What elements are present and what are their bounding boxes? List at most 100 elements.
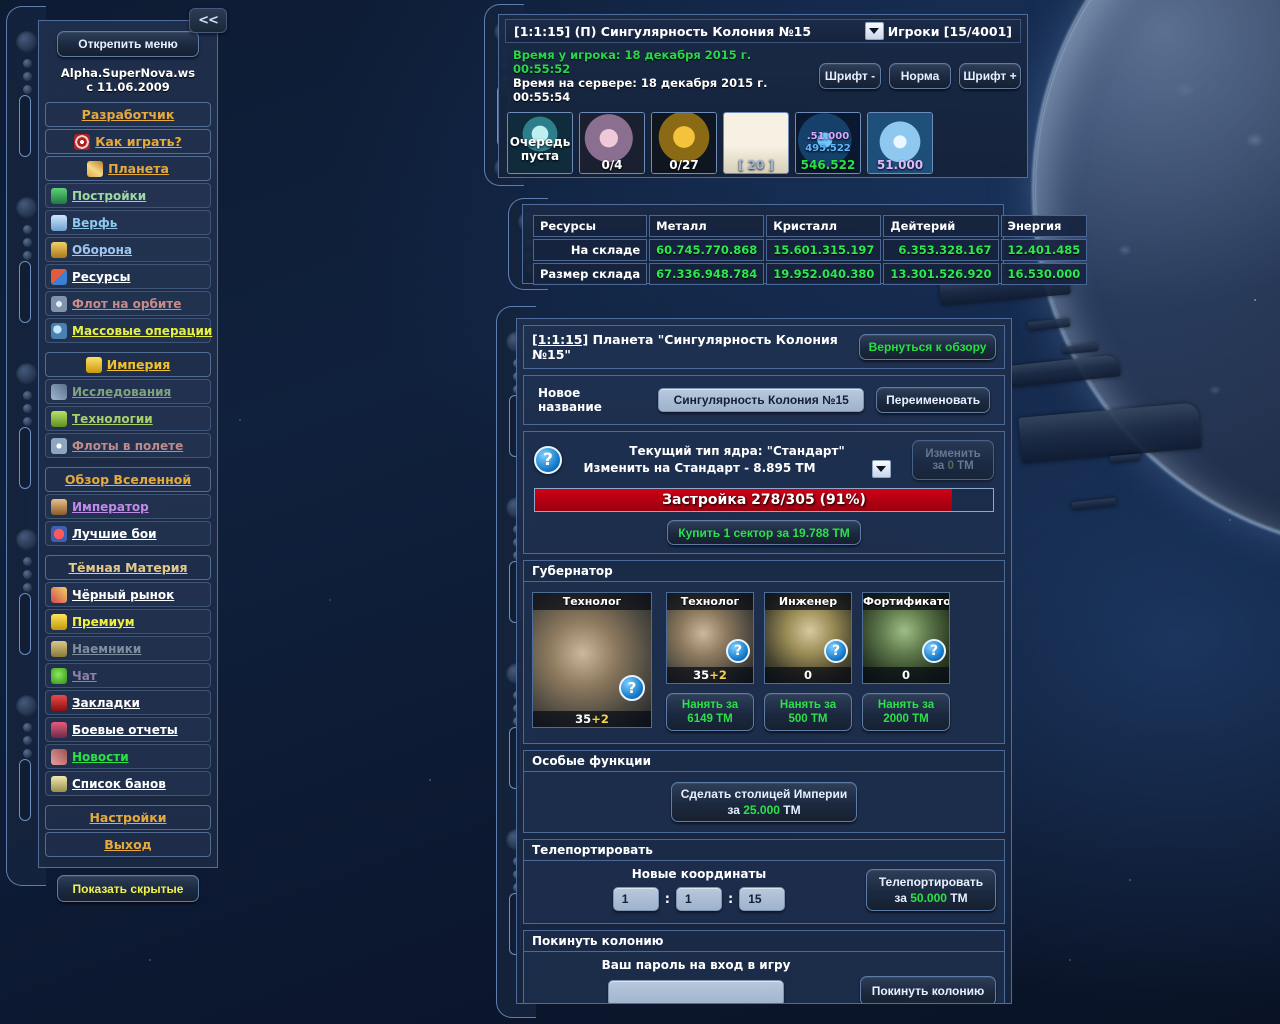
crystal-tile[interactable]: 51.000 — [867, 112, 933, 174]
help-icon[interactable]: ? — [922, 639, 946, 663]
font-increase-button[interactable]: Шрифт + — [959, 63, 1021, 89]
messages-tile[interactable]: [ 20 ] — [723, 112, 789, 174]
dark-matter-tile[interactable]: .51.000 495.522 546.522 — [795, 112, 861, 174]
governor-card[interactable]: Технолог? 35+2 — [666, 592, 754, 684]
menu-gap — [45, 798, 211, 805]
resource-column-header: Энергия — [1000, 215, 1088, 237]
governor-current: Технолог ? 35+2 — [532, 592, 652, 731]
sidebar-item-23[interactable]: Новости — [45, 744, 211, 769]
teleport-planet-input[interactable] — [739, 887, 786, 911]
governor-card[interactable]: Инженер? 0 — [764, 592, 852, 684]
governor-card[interactable]: Фортификатор? 0 — [862, 592, 950, 684]
rail-slot — [19, 759, 31, 821]
sidebar-item-10[interactable]: Исследования — [45, 379, 211, 404]
fleet-icon — [51, 295, 67, 312]
sidebar-item-2[interactable]: Планета — [45, 156, 211, 181]
show-hidden-button[interactable]: Показать скрытые — [57, 875, 199, 902]
hire-governor-button[interactable]: Нанять за 2000 ТМ — [862, 693, 950, 731]
help-icon[interactable]: ? — [534, 446, 562, 474]
build-queue-tile[interactable]: Очередь пуста — [507, 112, 573, 174]
rename-button[interactable]: Переименовать — [876, 387, 990, 413]
mercenary-icon — [51, 640, 67, 657]
governor-level: 0 — [765, 667, 851, 683]
governor-portrait[interactable]: Инженер? 0 — [764, 592, 852, 684]
rename-label: Новое название — [538, 386, 602, 414]
sidebar-item-19[interactable]: Наемники — [45, 636, 211, 661]
unpin-menu-button[interactable]: Открепить меню — [57, 31, 199, 57]
teleport-system-input[interactable] — [676, 887, 722, 911]
shipyard-tile[interactable]: 0/27 — [651, 112, 717, 174]
sidebar-item-8[interactable]: Массовые операции — [45, 318, 213, 343]
rail-knob — [16, 31, 38, 53]
sidebar-frame: Открепить меню Alpha.SuperNova.ws с 11.0… — [6, 6, 224, 902]
sidebar-item-9[interactable]: Империя — [45, 352, 211, 377]
sidebar-item-16[interactable]: Тёмная Материя — [45, 555, 211, 580]
sidebar-item-label: Император — [72, 499, 149, 514]
buy-sector-button[interactable]: Купить 1 сектор за 19.788 ТМ — [667, 520, 861, 545]
sidebar-item-18[interactable]: Премиум — [45, 609, 211, 634]
governor-portrait[interactable]: Технолог? 35+2 — [666, 592, 754, 684]
resources-frame: Ресурсы Металл Кристалл Дейтерий Энергия На … — [508, 198, 1088, 290]
sidebar-item-14[interactable]: Император — [45, 494, 211, 519]
core-type-text: Текущий тип ядра: "Стандарт" Изменить на… — [568, 443, 906, 478]
sidebar-item-12[interactable]: Флоты в полете — [45, 433, 211, 458]
sidebar-item-1[interactable]: Как играть? — [45, 129, 211, 154]
leave-colony-section: Покинуть колонию Ваш пароль на вход в иг… — [523, 930, 1005, 1003]
target-icon — [74, 133, 91, 150]
sidebar-item-6[interactable]: Ресурсы — [45, 264, 211, 289]
sidebar-item-11[interactable]: Технологии — [45, 406, 211, 431]
governor-portrait[interactable]: Фортификатор? 0 — [862, 592, 950, 684]
hire-label: Нанять за — [877, 699, 935, 711]
sidebar-item-15[interactable]: Лучшие бои — [45, 521, 211, 546]
governor-current-portrait[interactable]: Технолог ? 35+2 — [532, 592, 652, 728]
help-icon[interactable]: ? — [726, 639, 750, 663]
make-capital-button[interactable]: Сделать столицей Империи за 25.000 ТМ — [671, 782, 857, 822]
sidebar-item-22[interactable]: Боевые отчеты — [45, 717, 211, 742]
sidebar-item-5[interactable]: Оборона — [45, 237, 211, 262]
sidebar-item-label: Чёрный рынок — [72, 587, 175, 602]
tile-caption: 0/27 — [669, 158, 699, 172]
sidebar-item-7[interactable]: Флот на орбите — [45, 291, 211, 316]
tile-line-2: 495.522 — [805, 143, 851, 154]
resources-table: Ресурсы Металл Кристалл Дейтерий Энергия На … — [531, 213, 1089, 287]
teleport-button[interactable]: Телепортировать за 50.000 ТМ — [866, 869, 996, 911]
sidebar-item-26[interactable]: Выход — [45, 832, 211, 857]
core-change-button[interactable]: Изменить за 0 ТМ — [912, 440, 994, 480]
resource-value: 67.336.948.784 — [649, 263, 765, 285]
teleport-galaxy-input[interactable] — [612, 887, 659, 911]
help-icon[interactable]: ? — [824, 639, 848, 663]
leave-password-input[interactable] — [608, 980, 784, 1003]
planet-coordinates[interactable]: [1:1:15] — [532, 332, 588, 347]
sidebar-item-0[interactable]: Разработчик — [45, 102, 211, 127]
sidebar-item-17[interactable]: Чёрный рынок — [45, 582, 211, 607]
research-tile[interactable]: 0/4 — [579, 112, 645, 174]
hire-governor-button[interactable]: Нанять за 500 ТМ — [764, 693, 852, 731]
core-type-chevron-down-icon[interactable] — [871, 459, 891, 478]
collapse-menu-button[interactable]: << — [189, 8, 227, 33]
help-icon[interactable]: ? — [619, 675, 645, 701]
sidebar-item-3[interactable]: Постройки — [45, 183, 211, 208]
sidebar-item-21[interactable]: Закладки — [45, 690, 211, 715]
special-functions-body: Сделать столицей Империи за 25.000 ТМ — [524, 782, 1004, 822]
sidebar-item-25[interactable]: Настройки — [45, 805, 211, 830]
resource-column-header: Дейтерий — [883, 215, 999, 237]
menu-gap — [45, 548, 211, 555]
top-panel: [1:1:15] (П) Сингулярность Колония №15 И… — [498, 14, 1028, 178]
hire-governor-button[interactable]: Нанять за 6149 ТМ — [666, 693, 754, 731]
chevron-down-icon[interactable] — [864, 22, 884, 40]
rail-slot — [19, 95, 31, 157]
sidebar-item-24[interactable]: Список банов — [45, 771, 211, 796]
governor-options: Технолог? 35+2 Инженер? 0 Фортификатор? 0 Нан… — [666, 592, 996, 731]
menu-gap — [45, 460, 211, 467]
back-to-overview-button[interactable]: Вернуться к обзору — [859, 334, 996, 360]
font-decrease-button[interactable]: Шрифт - — [819, 63, 881, 89]
font-normal-button[interactable]: Норма — [889, 63, 951, 89]
chat-icon — [51, 667, 67, 684]
rename-input[interactable] — [658, 388, 865, 412]
sidebar-item-label: Боевые отчеты — [72, 722, 178, 737]
leave-colony-button[interactable]: Покинуть колонию — [860, 976, 996, 1003]
sidebar-item-4[interactable]: Верфь — [45, 210, 211, 235]
sidebar-item-20[interactable]: Чат — [45, 663, 211, 688]
sidebar-item-13[interactable]: Обзор Вселенной — [45, 467, 211, 492]
sidebar-item-label: Массовые операции — [72, 323, 213, 338]
